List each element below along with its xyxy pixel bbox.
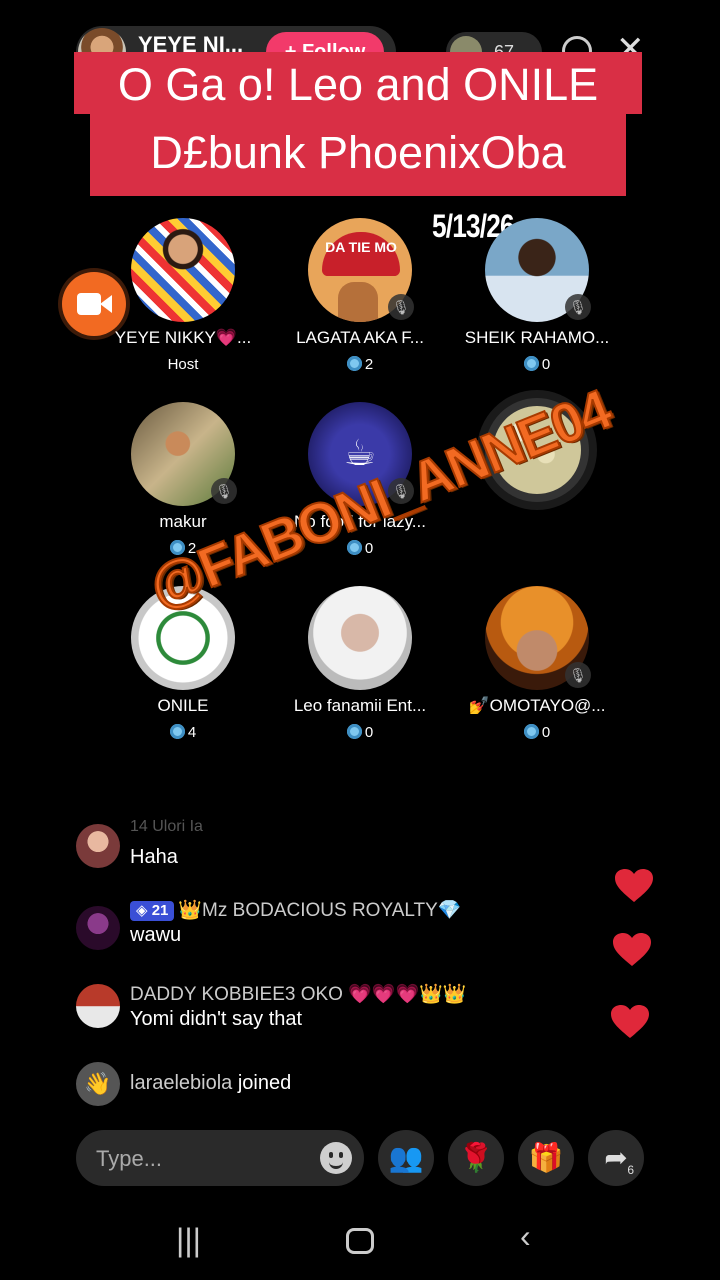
speaker-seat[interactable]: DA TIE MO 🎙 LAGATA AKA F... 2 [272,218,448,388]
gem-icon [346,724,362,739]
gem-icon [523,356,539,371]
message-input[interactable]: Type... [76,1130,364,1186]
avatar [76,824,120,868]
wave-hand-icon: 👋 [76,1062,120,1106]
speaker-seat[interactable]: Leo fanamii Ent... 0 [272,586,448,756]
guests-button[interactable]: 👥 [378,1130,434,1186]
gem-count: 4 [95,724,271,741]
title-line-1: O Ga o! Leo and ONILE [117,59,599,110]
speaker-seat[interactable]: 🎙 SHEIK RAHAMO... 0 [449,218,625,388]
speaker-seat[interactable]: YEYE NIKKY💗... Host [95,218,271,388]
chat-username: DADDY KOBBIEE3 OKO 💗💗💗👑👑 [130,984,467,1005]
gem-count: 0 [449,724,625,741]
rose-icon: 🌹 [458,1142,494,1173]
join-text: laraelebiola joined [130,1072,292,1094]
heart-icon [614,868,654,904]
home-nav-button[interactable] [346,1228,374,1254]
avatar-caption: DA TIE MO [325,239,397,255]
rose-button[interactable]: 🌹 [448,1130,504,1186]
gem-count: 2 [272,356,448,373]
back-nav-button[interactable]: ‹ [520,1218,531,1255]
chat-text: Haha [130,846,178,868]
speaker-name: ONILE [157,696,209,715]
avatar [76,984,120,1028]
speaker-name: Leo fanamii Ent... [293,696,427,715]
chat-username: ◈ 21 👑Mz BODACIOUS ROYALTY💎 [130,898,461,922]
gem-icon [169,724,185,739]
chat-text: wawu [130,924,182,946]
mic-off-icon: 🎙 [211,478,237,504]
message-placeholder: Type... [96,1146,163,1171]
chat-username: 14 Ulori Ia [130,818,203,835]
speaker-name: YEYE NIKKY💗... [114,328,252,347]
gift-icon: 🎁 [528,1142,564,1173]
emoji-icon[interactable] [320,1142,352,1174]
avatar [308,586,412,690]
avatar [131,218,235,322]
speaker-seat[interactable]: 🎙 💅OMOTAYO@... 0 [449,586,625,756]
share-button[interactable]: ➦ 6 [588,1130,644,1186]
speaker-name: SHEIK RAHAMO... [464,328,610,347]
host-label: Host [167,356,199,373]
gem-icon [523,724,539,739]
heart-icon [610,1004,650,1040]
title-line-2: D£bunk PhoenixOba [150,127,566,178]
speaker-name: LAGATA AKA F... [296,328,424,347]
share-count: 6 [627,1163,634,1177]
heart-icon [612,932,652,968]
mic-off-icon: 🎙 [388,294,414,320]
share-arrow-icon: ➦ [604,1142,628,1173]
recents-nav-button[interactable]: ||| [176,1222,201,1259]
avatar [76,906,120,950]
gem-count: 0 [449,356,625,373]
people-icon: 👥 [388,1142,424,1173]
speaker-name: 💅OMOTAYO@... [468,696,606,715]
mic-off-icon: 🎙 [565,294,591,320]
gem-icon [346,356,362,371]
gift-button[interactable]: 🎁 [518,1130,574,1186]
chat-text: Yomi didn't say that [130,1008,303,1030]
level-badge: ◈ 21 [130,901,175,921]
mic-off-icon: 🎙 [565,662,591,688]
gem-count: 0 [272,724,448,741]
